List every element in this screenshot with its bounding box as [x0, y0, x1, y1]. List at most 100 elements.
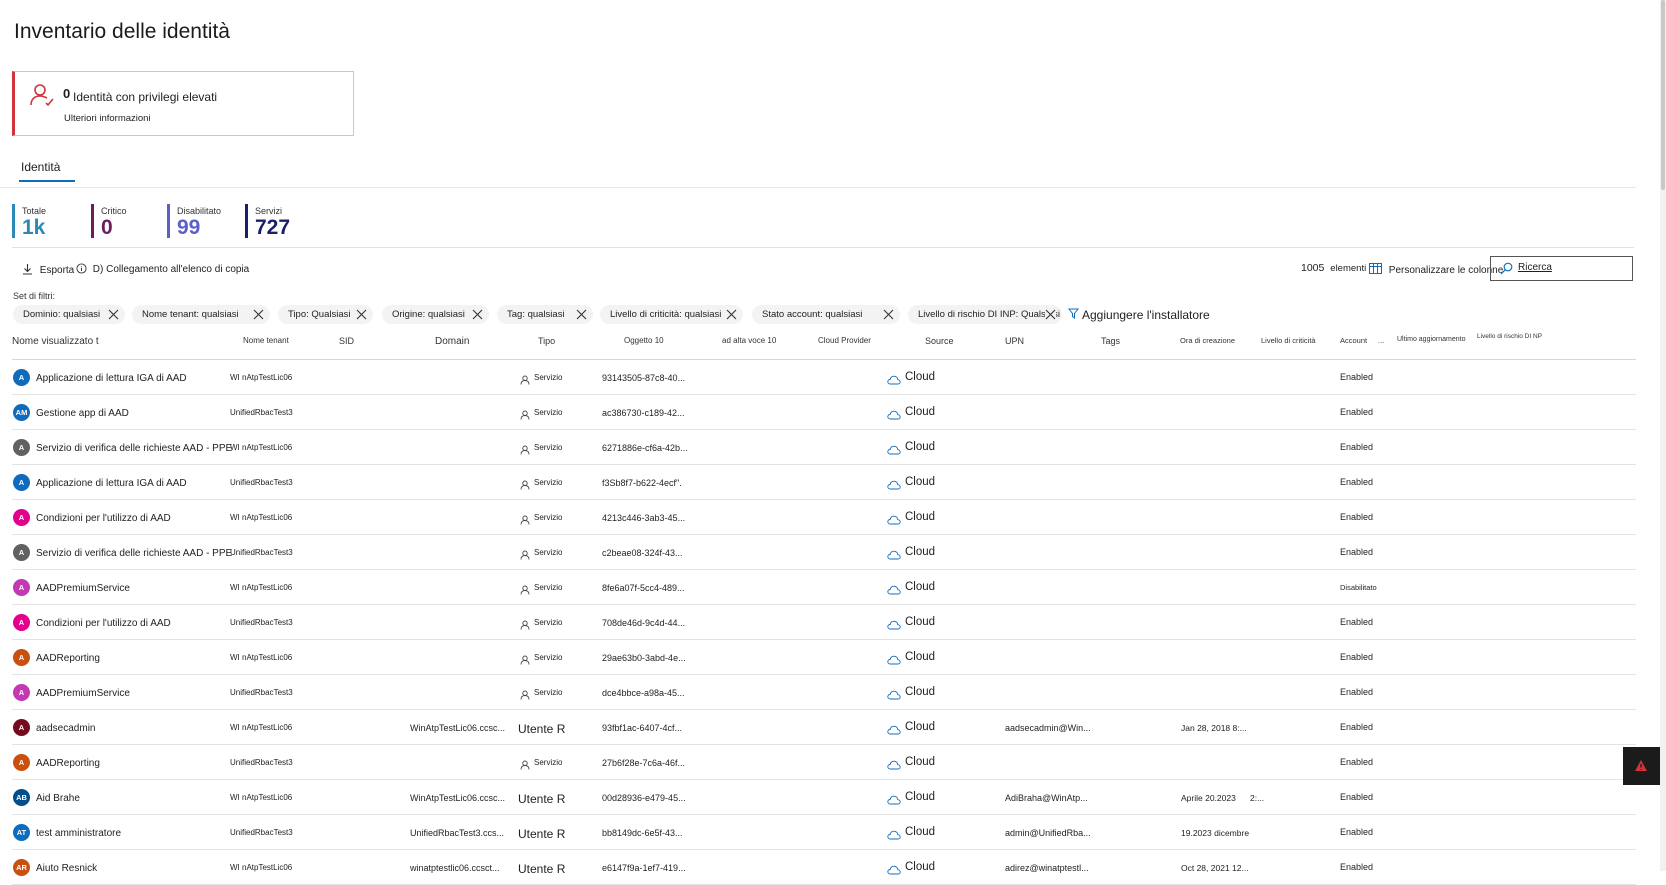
filter-chip-tag[interactable]: Tag: qualsiasi	[497, 305, 593, 324]
close-icon[interactable]	[108, 309, 119, 320]
close-icon[interactable]	[472, 309, 483, 320]
column-header[interactable]: Tipo	[538, 336, 555, 346]
column-header[interactable]: Nome visualizzato t	[12, 336, 99, 347]
display-name[interactable]: Aid Brahe	[36, 793, 80, 804]
filters-label: Set di filtri:	[13, 291, 56, 301]
add-filter-button[interactable]: Aggiungere l'installatore	[1068, 308, 1210, 322]
table-row[interactable]: A Servizio di verifica delle richieste AA…	[12, 535, 1636, 570]
filter-chip-dominio[interactable]: Dominio: qualsiasi	[13, 305, 125, 324]
object-id: 8fe6a07f-5cc4-489...	[602, 583, 685, 593]
display-name[interactable]: Gestione app di AAD	[36, 408, 129, 419]
close-icon[interactable]	[1045, 309, 1056, 320]
display-name[interactable]: Applicazione di lettura IGA di AAD	[36, 478, 187, 489]
items-count: 1005 elementi	[1301, 262, 1366, 274]
table-row[interactable]: A AADPremiumService UnifiedRbacTest3 Serviz…	[12, 675, 1636, 710]
object-id: ac386730-c189-42...	[602, 408, 685, 418]
stat-totale[interactable]: Totale 1k	[12, 204, 46, 239]
copy-link-button[interactable]: D) Collegamento all'elenco di copia	[76, 263, 249, 275]
service-principal-icon	[520, 687, 530, 700]
object-id: 93fbf1ac-6407-4cf...	[602, 723, 683, 733]
user-warning-icon	[30, 84, 54, 107]
display-name[interactable]: Servizio di verifica delle richieste AAD…	[36, 548, 232, 559]
privileged-identities-card[interactable]: 0 Identità con privilegi elevati Ulterio…	[12, 71, 354, 136]
display-name[interactable]: AADPremiumService	[36, 688, 130, 699]
filter-chip-origine[interactable]: Origine: qualsiasi	[382, 305, 489, 324]
search-input[interactable]: Ricerca	[1490, 256, 1633, 281]
close-icon[interactable]	[356, 309, 367, 320]
column-header[interactable]: Oggetto 10	[624, 336, 664, 345]
filter-chip-rischio[interactable]: Livello di rischio DI INP: Qualsiasi	[908, 305, 1062, 324]
table-row[interactable]: Aaadsecadmin WI nAtpTestLic06 WinAtpTestLi…	[12, 710, 1636, 745]
export-button[interactable]: Esporta	[22, 263, 74, 276]
stat-disabilitato[interactable]: Disabilitato 99	[167, 204, 221, 239]
close-icon[interactable]	[253, 309, 264, 320]
created-cell: Jan 28, 2018 8:...	[1181, 723, 1247, 733]
column-header[interactable]: Domain	[435, 336, 469, 347]
column-header[interactable]: Tags	[1101, 336, 1120, 346]
avatar: A	[13, 544, 30, 561]
column-header[interactable]: UPN	[1005, 336, 1024, 346]
scrollbar-thumb[interactable]	[1661, 0, 1665, 190]
table-row[interactable]: A AADPremiumService WI nAtpTestLic06 Serviz…	[12, 570, 1636, 605]
display-name[interactable]: aadsecadmin	[36, 723, 95, 734]
avatar: A	[13, 719, 30, 736]
column-header[interactable]: ad alta voce 10	[722, 336, 776, 345]
filter-chip-nome-tenant[interactable]: Nome tenant: qualsiasi	[132, 305, 270, 324]
cloud-icon	[887, 687, 901, 700]
display-name[interactable]: AADReporting	[36, 758, 100, 769]
tipo-cell: Utente R	[518, 827, 566, 841]
display-name[interactable]: AADPremiumService	[36, 583, 130, 594]
table-row[interactable]: A Servizio di verifica delle richieste AA…	[12, 430, 1636, 465]
column-header[interactable]: Account	[1340, 336, 1367, 345]
filter-chip-stato-account[interactable]: Stato account: qualsiasi	[752, 305, 900, 324]
tenant-name: UnifiedRbacTest3	[230, 618, 293, 627]
table-row[interactable]: AT test amministratore UnifiedRbacTest3 Uni…	[12, 815, 1636, 850]
table-row[interactable]: AM Gestione app di AAD UnifiedRbacTest3 Ser…	[12, 395, 1636, 430]
cloud-icon	[887, 477, 901, 490]
close-icon[interactable]	[883, 309, 894, 320]
table-row[interactable]: A Condizioni per l'utilizzo di AAD Unified…	[12, 605, 1636, 640]
account-status: Enabled	[1340, 372, 1374, 382]
table-row[interactable]: A AADReporting UnifiedRbacTest3 Servizio 27b…	[12, 745, 1636, 780]
add-filter-label: Aggiungere l'installatore	[1082, 308, 1210, 322]
avatar: A	[13, 649, 30, 666]
close-icon[interactable]	[576, 309, 587, 320]
table-row[interactable]: AB Aid Brahe WI nAtpTestLic06 WinAtpTestLic…	[12, 780, 1636, 815]
table-row[interactable]: AR Aiuto Resnick WI nAtpTestLic06 winatptes…	[12, 850, 1636, 885]
display-name[interactable]: Condizioni per l'utilizzo di AAD	[36, 618, 171, 629]
column-header[interactable]: ...	[1378, 336, 1384, 345]
filter-add-icon	[1068, 308, 1080, 319]
table-row[interactable]: A Applicazione di lettura IGA di AAD Unifi…	[12, 465, 1636, 500]
table-row[interactable]: A Condizioni per l'utilizzo di AAD WI nAtp…	[12, 500, 1636, 535]
tenant-name: WI nAtpTestLic06	[230, 373, 293, 382]
more-info-link[interactable]: Ulteriori informazioni	[64, 113, 151, 124]
filter-chip-criticita[interactable]: Livello di criticità: qualsiasi	[600, 305, 743, 324]
customize-columns-button[interactable]: Personalizzare le colonne	[1369, 263, 1503, 276]
table-row[interactable]: A AADReporting WI nAtpTestLic06 Servizio 29a…	[12, 640, 1636, 675]
service-principal-icon	[520, 372, 530, 385]
table-row[interactable]: A Applicazione di lettura IGA di AAD WI nA…	[12, 360, 1636, 395]
column-header[interactable]: Ora di creazione	[1180, 336, 1235, 345]
stat-servizi[interactable]: Servizi 727	[245, 204, 290, 239]
source-cell: Cloud	[905, 756, 936, 768]
display-name[interactable]: AADReporting	[36, 653, 100, 664]
column-header[interactable]: Livello di criticità	[1261, 336, 1316, 345]
display-name[interactable]: Servizio di verifica delle richieste AAD…	[36, 443, 232, 454]
column-header[interactable]: Cloud Provider	[818, 336, 871, 345]
display-name[interactable]: Aiuto Resnick	[36, 863, 97, 874]
column-header[interactable]: Source	[925, 336, 954, 346]
stat-critico[interactable]: Critico 0	[91, 204, 127, 239]
column-header[interactable]: Livello di rischio DI NP	[1477, 333, 1542, 340]
avatar: A	[13, 509, 30, 526]
filter-chip-tipo[interactable]: Tipo: Qualsiasi	[278, 305, 373, 324]
close-icon[interactable]	[726, 309, 737, 320]
display-name[interactable]: Applicazione di lettura IGA di AAD	[36, 373, 187, 384]
column-header[interactable]: Nome tenant	[243, 336, 289, 345]
column-header[interactable]: SID	[339, 336, 354, 346]
display-name[interactable]: test amministratore	[36, 828, 121, 839]
column-header[interactable]: Ultimo aggiornamento	[1397, 336, 1465, 343]
tab-identita[interactable]: Identità	[21, 160, 60, 174]
display-name[interactable]: Condizioni per l'utilizzo di AAD	[36, 513, 171, 524]
cloud-icon	[887, 722, 901, 735]
feedback-alert-button[interactable]	[1623, 747, 1660, 785]
